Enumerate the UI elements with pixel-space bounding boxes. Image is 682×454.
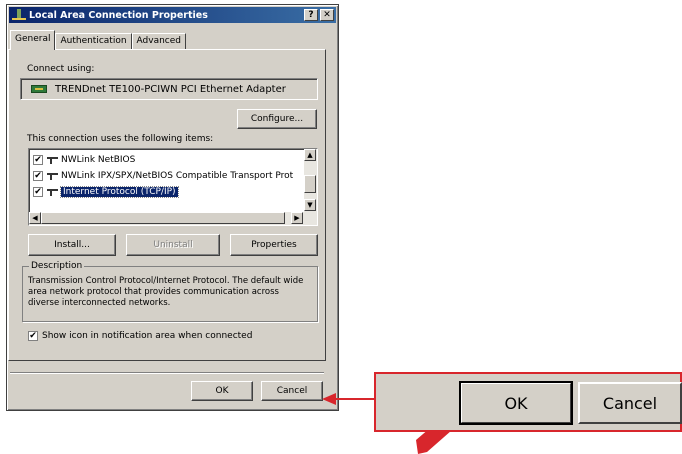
properties-button-label: Properties: [251, 240, 297, 250]
list-item-label: NWLink IPX/SPX/NetBIOS Compatible Transp…: [61, 170, 294, 181]
components-list[interactable]: ✔ NWLink NetBIOS ✔ NWLink IPX/SPX/NetBIO…: [28, 148, 318, 226]
adapter-field: TRENDnet TE100-PCIWN PCI Ethernet Adapte…: [20, 78, 318, 100]
network-connection-icon: [12, 9, 26, 21]
network-adapter-icon: [31, 85, 47, 93]
item-checkbox[interactable]: ✔: [33, 154, 43, 165]
list-item[interactable]: ✔ Internet Protocol (TCP/IP): [33, 185, 179, 198]
install-button-label: Install...: [54, 240, 90, 250]
vertical-scrollbar[interactable]: ▲ ▼: [304, 149, 317, 212]
tab-authentication[interactable]: Authentication: [55, 33, 132, 50]
uninstall-button-label: Uninstall: [153, 240, 193, 250]
install-button[interactable]: Install...: [28, 234, 116, 256]
properties-button[interactable]: Properties: [230, 234, 318, 256]
tab-advanced[interactable]: Advanced: [131, 33, 187, 50]
zoom-inset: OK Cancel: [374, 372, 682, 432]
protocol-icon: [47, 172, 58, 180]
connect-using-label: Connect using:: [27, 64, 95, 74]
zoomed-cancel-label: Cancel: [602, 393, 658, 413]
adapter-name: TRENDnet TE100-PCIWN PCI Ethernet Adapte…: [55, 83, 286, 95]
zoomed-ok-button[interactable]: OK: [459, 381, 573, 425]
components-label: This connection uses the following items…: [27, 134, 214, 144]
horizontal-scrollbar[interactable]: ◀ ▶: [29, 212, 317, 225]
show-icon-option[interactable]: ✔ Show icon in notification area when co…: [28, 331, 252, 341]
description-group: Description Transmission Control Protoco…: [22, 261, 318, 322]
scroll-left-icon[interactable]: ◀: [29, 212, 41, 224]
help-button[interactable]: ?: [304, 9, 318, 21]
configure-button-label: Configure...: [250, 114, 304, 124]
protocol-icon: [47, 156, 58, 164]
footer-divider: [10, 372, 324, 374]
zoomed-ok-label: OK: [504, 393, 528, 413]
list-item[interactable]: ✔ NWLink NetBIOS: [33, 153, 135, 166]
uninstall-button[interactable]: Uninstall: [126, 234, 220, 256]
show-icon-checkbox[interactable]: ✔: [28, 331, 38, 341]
list-item[interactable]: ✔ NWLink IPX/SPX/NetBIOS Compatible Tran…: [33, 169, 293, 182]
close-button[interactable]: ✕: [320, 9, 334, 21]
show-icon-label: Show icon in notification area when conn…: [42, 331, 253, 341]
window-title: Local Area Connection Properties: [29, 9, 208, 21]
protocol-icon: [47, 188, 58, 196]
scroll-up-icon[interactable]: ▲: [304, 149, 316, 161]
title-bar[interactable]: Local Area Connection Properties ? ✕: [9, 7, 336, 23]
scroll-right-icon[interactable]: ▶: [291, 212, 303, 224]
scroll-down-icon[interactable]: ▼: [304, 199, 316, 211]
list-item-label: NWLink NetBIOS: [61, 154, 136, 165]
description-text: Transmission Control Protocol/Internet P…: [28, 276, 304, 308]
configure-button[interactable]: Configure...: [237, 109, 317, 129]
cancel-button[interactable]: Cancel: [261, 381, 323, 401]
ok-button-label: OK: [215, 386, 229, 396]
cancel-button-label: Cancel: [276, 386, 308, 396]
ok-button[interactable]: OK: [191, 381, 253, 401]
tab-general[interactable]: General: [10, 30, 56, 50]
item-checkbox[interactable]: ✔: [33, 170, 43, 181]
description-legend: Description: [29, 261, 85, 271]
item-checkbox[interactable]: ✔: [33, 186, 43, 197]
list-item-label: Internet Protocol (TCP/IP): [60, 185, 179, 198]
vertical-scroll-thumb[interactable]: [304, 175, 316, 193]
zoomed-cancel-button[interactable]: Cancel: [578, 382, 682, 424]
tab-strip: General Authentication Advanced: [10, 30, 187, 50]
horizontal-scroll-thumb[interactable]: [41, 212, 285, 224]
